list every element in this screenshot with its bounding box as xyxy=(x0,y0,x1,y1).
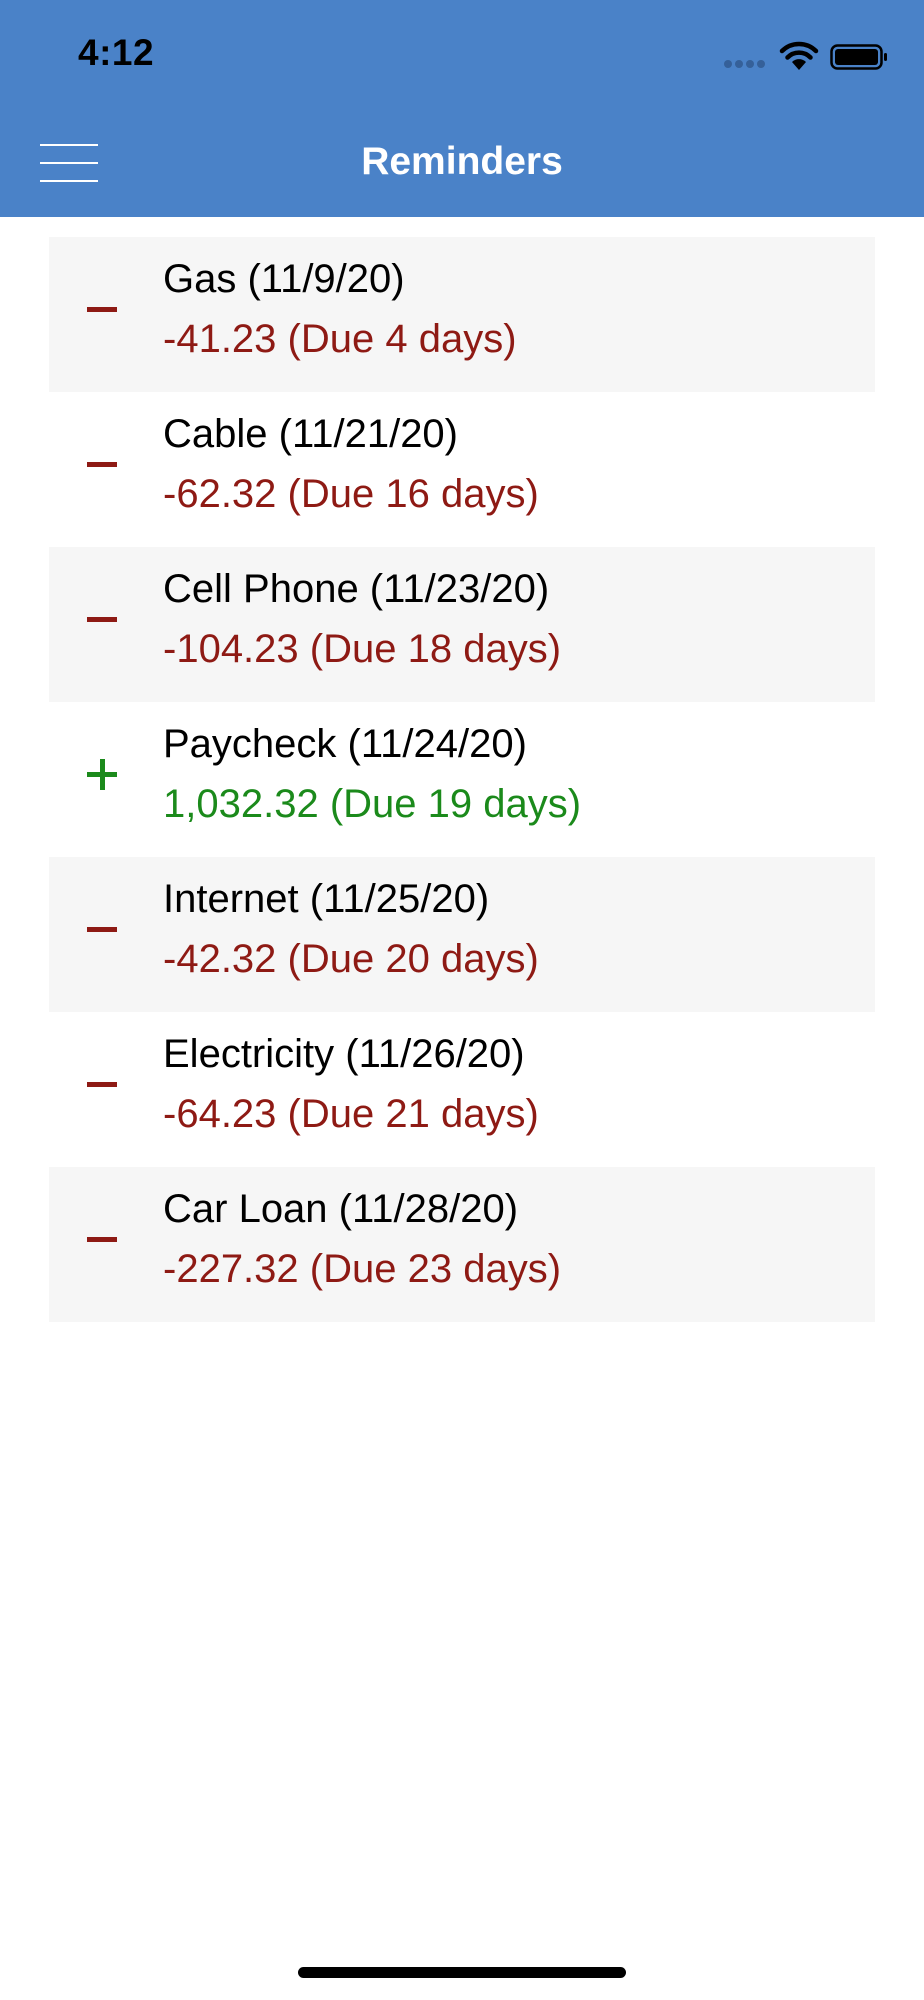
reminder-title: Internet (11/25/20) xyxy=(163,877,490,921)
reminder-title: Cable (11/21/20) xyxy=(163,412,458,456)
reminder-amount: -227.32 (Due 23 days) xyxy=(163,1247,562,1291)
plus-icon xyxy=(85,759,119,793)
status-time: 4:12 xyxy=(78,32,155,73)
reminder-amount: -64.23 (Due 21 days) xyxy=(163,1092,539,1136)
wifi-icon xyxy=(779,41,819,70)
reminder-row[interactable]: Car Loan (11/28/20) -227.32 (Due 23 days… xyxy=(49,1167,875,1322)
reminder-row[interactable]: Paycheck (11/24/20) 1,032.32 (Due 19 day… xyxy=(49,702,875,857)
reminder-title: Gas (11/9/20) xyxy=(163,257,405,301)
navigation-bar: 4:12 Reminders xyxy=(0,0,924,217)
reminder-amount: -42.32 (Due 20 days) xyxy=(163,937,539,981)
cellular-signal-icon xyxy=(724,60,768,70)
reminder-amount: -104.23 (Due 18 days) xyxy=(163,627,562,671)
minus-icon xyxy=(85,294,119,328)
reminders-list: Gas (11/9/20) -41.23 (Due 4 days) Cable … xyxy=(49,237,875,1322)
reminder-title: Paycheck (11/24/20) xyxy=(163,722,527,766)
minus-icon xyxy=(85,604,119,638)
reminder-amount: 1,032.32 (Due 19 days) xyxy=(163,782,582,826)
reminder-row[interactable]: Gas (11/9/20) -41.23 (Due 4 days) xyxy=(49,237,875,392)
minus-icon xyxy=(85,1224,119,1258)
home-indicator[interactable] xyxy=(298,1967,626,1978)
reminder-row[interactable]: Cell Phone (11/23/20) -104.23 (Due 18 da… xyxy=(49,547,875,702)
reminder-row[interactable]: Internet (11/25/20) -42.32 (Due 20 days) xyxy=(49,857,875,1012)
minus-icon xyxy=(85,449,119,483)
reminder-amount: -41.23 (Due 4 days) xyxy=(163,317,517,361)
reminder-row[interactable]: Electricity (11/26/20) -64.23 (Due 21 da… xyxy=(49,1012,875,1167)
minus-icon xyxy=(85,1069,119,1103)
reminder-title: Car Loan (11/28/20) xyxy=(163,1187,519,1231)
page-title: Reminders xyxy=(361,140,563,183)
reminder-title: Cell Phone (11/23/20) xyxy=(163,567,550,611)
reminder-row[interactable]: Cable (11/21/20) -62.32 (Due 16 days) xyxy=(49,392,875,547)
battery-icon xyxy=(830,44,887,70)
reminder-amount: -62.32 (Due 16 days) xyxy=(163,472,539,516)
minus-icon xyxy=(85,914,119,948)
reminder-title: Electricity (11/26/20) xyxy=(163,1032,525,1076)
